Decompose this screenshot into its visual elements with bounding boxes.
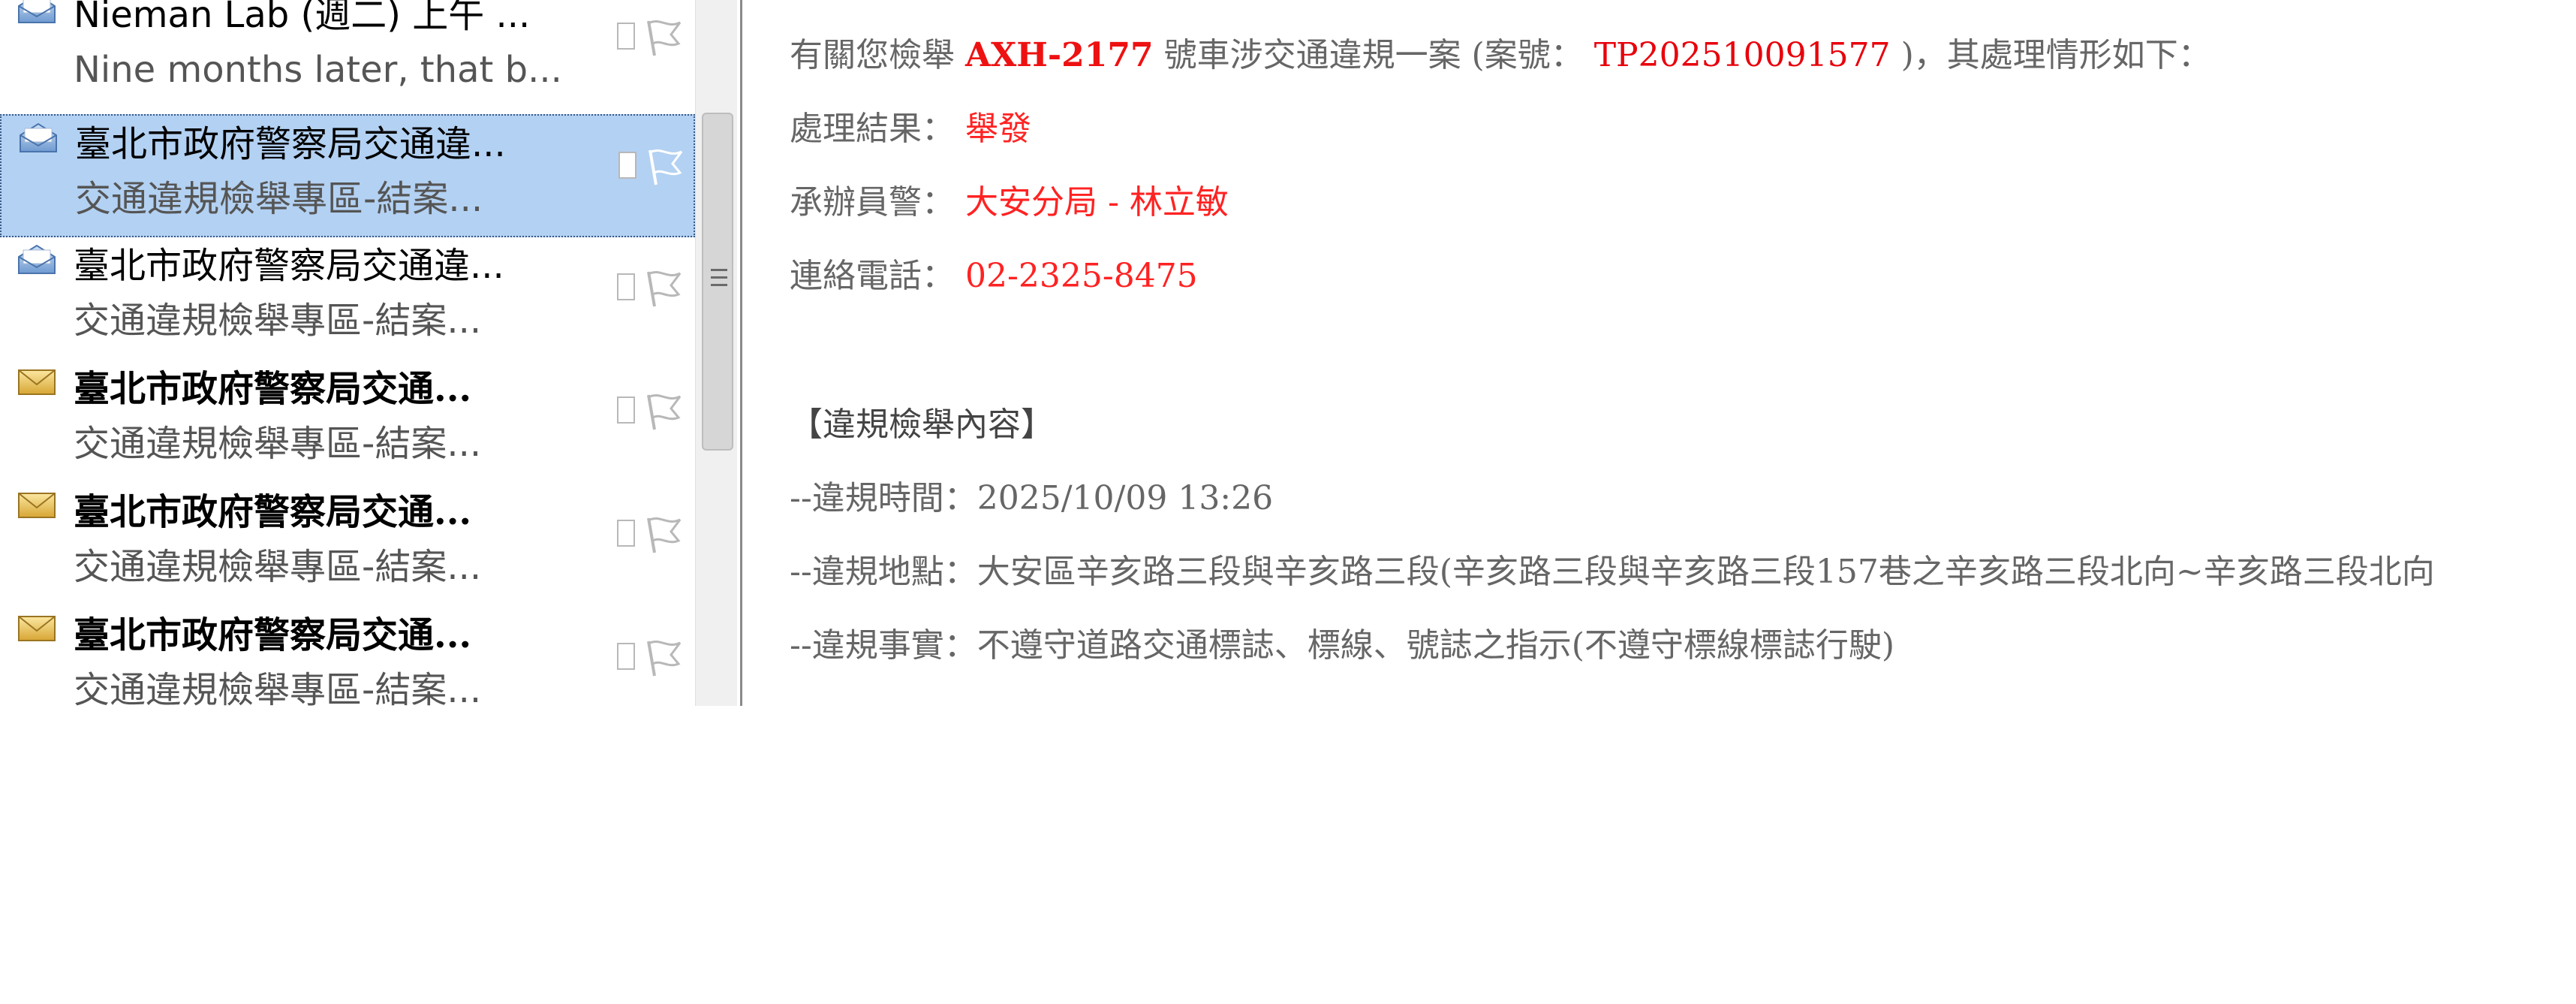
message-preview: Nine months later, that b... — [74, 49, 562, 91]
row-tools — [617, 17, 685, 62]
flag-icon[interactable] — [642, 267, 685, 309]
envelope-closed-icon — [18, 616, 56, 641]
phone-value: 02-2325-8475 — [965, 257, 1198, 295]
violation-location: --違規地點：大安區辛亥路三段與辛亥路三段(辛亥路三段與辛亥路三段157巷之辛亥… — [790, 553, 2435, 591]
result-value: 舉發 — [965, 110, 1031, 148]
message-sender: 臺北市政府警察局交通違... — [75, 123, 506, 165]
message-row-unread[interactable]: 臺北市政府警察局交通... 交通違規檢舉專區-結案... — [0, 607, 695, 706]
row-tools — [617, 267, 685, 312]
row-tools — [617, 637, 685, 682]
envelope-open-icon — [18, 0, 56, 23]
intro-line: 有關您檢舉 AXH-2177 號車涉交通違規一案 (案號： TP20251009… — [790, 33, 2211, 78]
row-tools — [617, 390, 685, 436]
case-number: TP202510091577 — [1593, 36, 1891, 74]
row-tools — [618, 146, 686, 191]
envelope-closed-icon — [18, 369, 56, 395]
row-tools — [617, 514, 685, 559]
violation-time: --違規時間：2025/10/09 13:26 — [790, 479, 1274, 517]
checkbox-icon[interactable] — [617, 643, 635, 670]
message-preview: 交通違規檢舉專區-結案... — [74, 546, 482, 588]
envelope-closed-icon — [18, 493, 56, 518]
flag-icon[interactable] — [642, 637, 685, 679]
officer-line: 承辦員警： 大安分局 - 林立敏 — [790, 180, 1229, 225]
message-sender: 臺北市政府警察局交通... — [74, 614, 472, 656]
checkbox-icon[interactable] — [617, 396, 635, 424]
checkbox-icon[interactable] — [617, 23, 635, 50]
violation-fact: --違規事實：不遵守道路交通標誌、標線、號誌之指示(不遵守標線標誌行駛) — [790, 626, 1895, 665]
reading-pane: 有關您檢舉 AXH-2177 號車涉交通違規一案 (案號： TP20251009… — [751, 0, 2576, 706]
message-row-selected[interactable]: 臺北市政府警察局交通違... 交通違規檢舉專區-結案... — [0, 114, 695, 237]
intro-suffix: )，其處理情形如下： — [1890, 36, 2211, 74]
license-plate: AXH-2177 — [965, 36, 1154, 74]
message-preview: 交通違規檢舉專區-結案... — [74, 423, 482, 465]
message-sender: 臺北市政府警察局交通... — [74, 491, 472, 533]
message-row-unread[interactable]: 臺北市政府警察局交通... 交通違規檢舉專區-結案... — [0, 360, 695, 484]
message-sender: 臺北市政府警察局交通違... — [74, 245, 504, 287]
intro-middle: 號車涉交通違規一案 (案號： — [1153, 36, 1594, 74]
section-title: 【違規檢舉內容】 — [790, 406, 1054, 444]
phone-label: 連絡電話： — [790, 257, 965, 295]
pane-divider[interactable] — [740, 0, 742, 706]
checkbox-icon[interactable] — [618, 152, 636, 179]
result-line: 處理結果： 舉發 — [790, 107, 1031, 152]
message-row[interactable]: Nieman Lab (週二) 上午 ... Nine months later… — [0, 0, 695, 110]
flag-icon[interactable] — [642, 17, 685, 59]
envelope-open-icon — [18, 244, 56, 274]
message-list: Nieman Lab (週二) 上午 ... Nine months later… — [0, 0, 695, 706]
checkbox-icon[interactable] — [617, 520, 635, 547]
scroll-thumb[interactable] — [702, 113, 733, 451]
flag-icon[interactable] — [642, 390, 685, 433]
flag-icon[interactable] — [642, 514, 685, 556]
phone-line: 連絡電話： 02-2325-8475 — [790, 254, 1198, 299]
intro-prefix: 有關您檢舉 — [790, 36, 965, 74]
officer-label: 承辦員警： — [790, 183, 965, 222]
message-sender: Nieman Lab (週二) 上午 ... — [74, 0, 531, 36]
flag-icon[interactable] — [644, 146, 686, 188]
result-label: 處理結果： — [790, 110, 965, 148]
message-preview: 交通違規檢舉專區-結案... — [75, 178, 483, 220]
message-sender: 臺北市政府警察局交通... — [74, 368, 472, 410]
message-row[interactable]: 臺北市政府警察局交通違... 交通違規檢舉專區-結案... — [0, 237, 695, 360]
message-preview: 交通違規檢舉專區-結案... — [74, 300, 482, 342]
checkbox-icon[interactable] — [617, 273, 635, 300]
envelope-open-icon — [20, 122, 57, 152]
message-row-unread[interactable]: 臺北市政府警察局交通... 交通違規檢舉專區-結案... — [0, 484, 695, 607]
message-preview: 交通違規檢舉專區-結案... — [74, 669, 482, 706]
message-list-scrollbar[interactable] — [695, 0, 737, 706]
officer-value: 大安分局 - 林立敏 — [965, 183, 1229, 222]
